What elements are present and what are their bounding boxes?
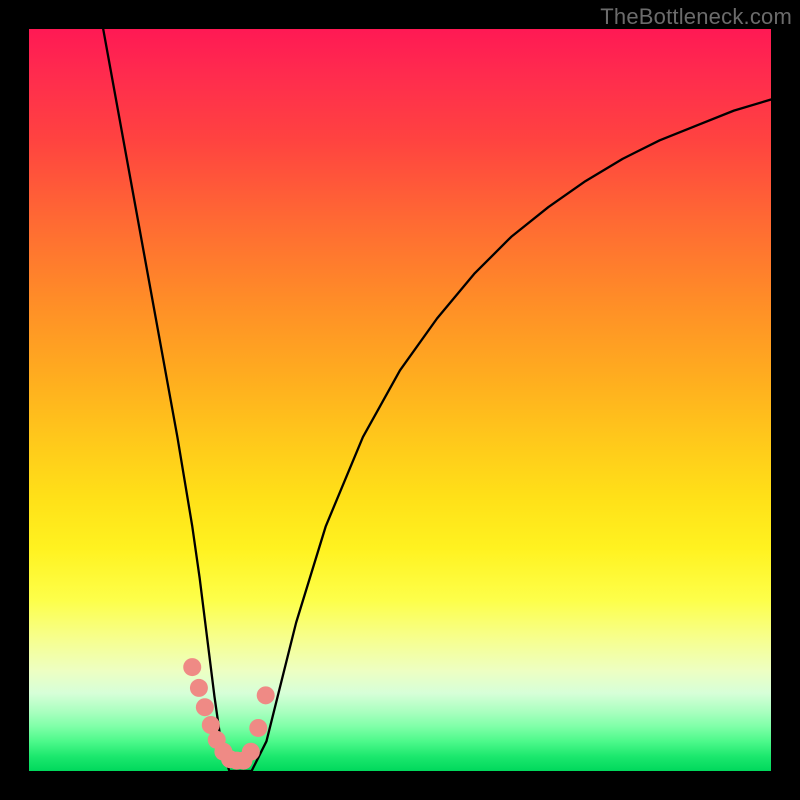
chart-svg (29, 29, 771, 771)
chart-frame: TheBottleneck.com (0, 0, 800, 800)
bottleneck-marker (257, 686, 275, 704)
curve-path (103, 29, 771, 771)
bottleneck-marker (249, 719, 267, 737)
bottleneck-marker (242, 743, 260, 761)
bottleneck-marker (183, 658, 201, 676)
curve-layer (103, 29, 771, 771)
bottleneck-marker (190, 679, 208, 697)
plot-area (29, 29, 771, 771)
bottleneck-marker (196, 698, 214, 716)
watermark-text: TheBottleneck.com (600, 4, 792, 30)
